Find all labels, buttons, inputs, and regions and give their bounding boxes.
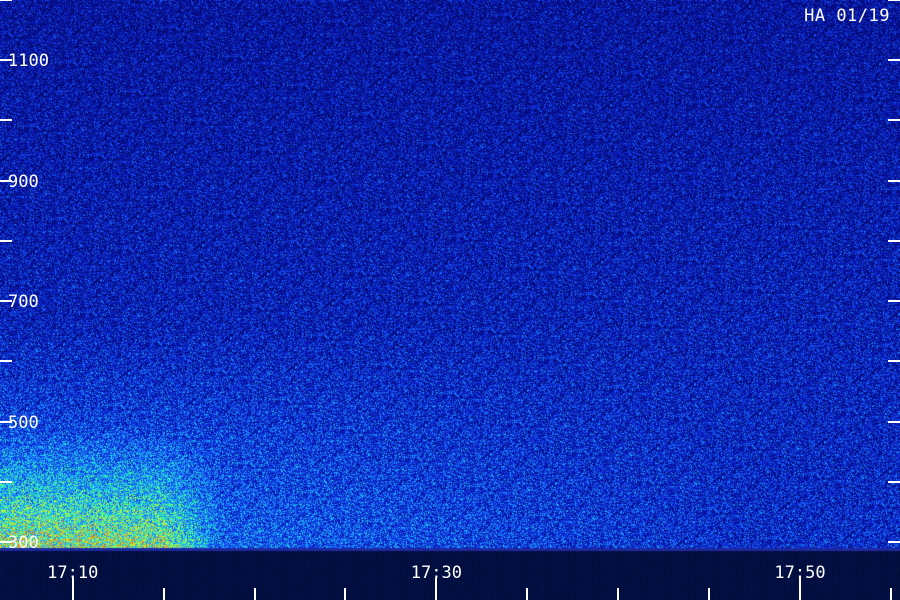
- y-tick-label: 500: [8, 413, 39, 433]
- y-tick-label: 1100: [8, 51, 49, 71]
- chart-title: HA 01/19: [804, 6, 890, 26]
- spectrogram-chart: 1100 900 700 500 300 17:10 17:30 17:50 HA 01/19: [0, 0, 900, 600]
- axes-overlay: 1100 900 700 500 300 17:10 17:30 17:50: [0, 0, 900, 600]
- x-tick-label: 17:10: [47, 563, 98, 583]
- x-tick-label: 17:50: [774, 563, 825, 583]
- y-tick-label: 700: [8, 292, 39, 312]
- y-tick-label: 900: [8, 172, 39, 192]
- x-tick-label: 17:30: [411, 563, 462, 583]
- y-tick-label: 300: [8, 533, 39, 553]
